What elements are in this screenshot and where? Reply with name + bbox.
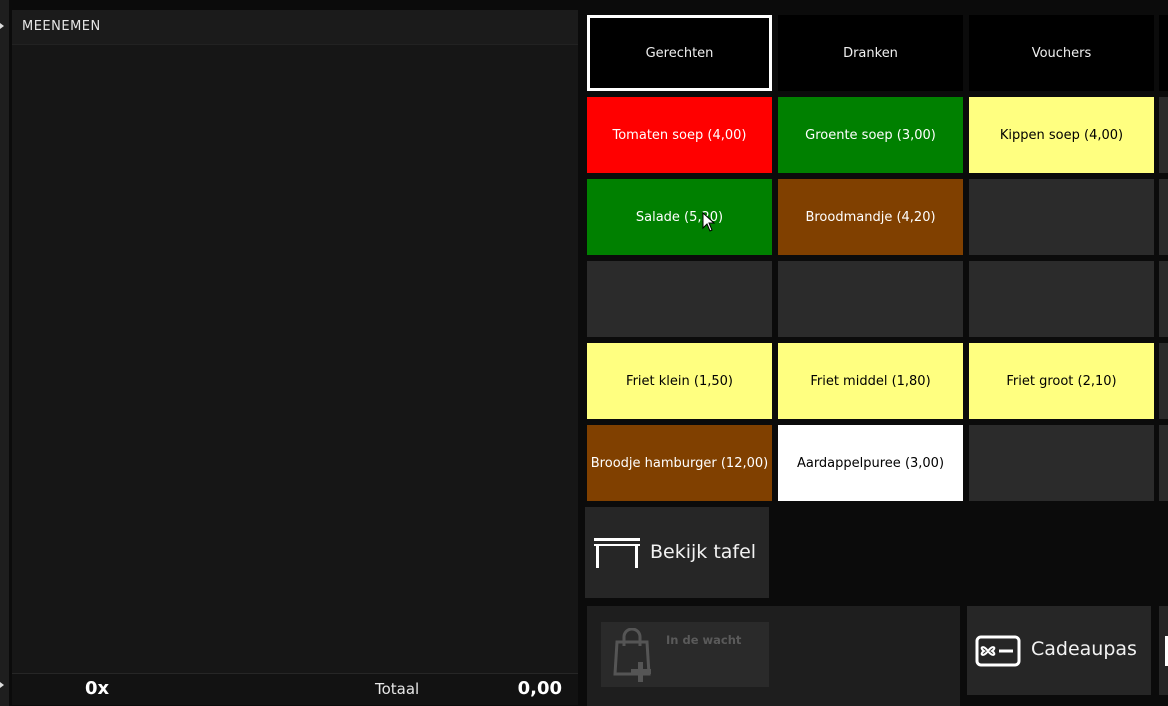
product-tile[interactable]: Salade (5,20) [587, 179, 772, 255]
next-column-tile[interactable] [1159, 179, 1168, 255]
table-icon [594, 538, 640, 568]
expand-arrow-icon[interactable] [0, 23, 4, 29]
next-column-tile[interactable] [1159, 343, 1168, 419]
product-label: Friet middel (1,80) [810, 373, 931, 389]
hold-area: In de wacht [587, 606, 960, 706]
product-label: Kippen soep (4,00) [999, 127, 1124, 143]
product-label: Tomaten soep (4,00) [612, 127, 747, 143]
product-label: Broodmandje (4,20) [805, 209, 936, 225]
product-label: Friet groot (2,10) [1006, 373, 1117, 389]
empty-tile[interactable] [587, 261, 772, 337]
category-tab-label: Dranken [843, 45, 898, 61]
product-tile[interactable]: Tomaten soep (4,00) [587, 97, 772, 173]
order-footer: 0x Totaal 0,00 [12, 673, 578, 705]
product-tile[interactable]: Broodmandje (4,20) [778, 179, 963, 255]
product-label: Aardappelpuree (3,00) [796, 455, 945, 471]
on-hold-button[interactable]: In de wacht [601, 622, 769, 687]
next-action-button[interactable] [1159, 606, 1168, 695]
product-tile[interactable]: Friet klein (1,50) [587, 343, 772, 419]
empty-tile[interactable] [969, 425, 1154, 501]
gift-card-icon [975, 635, 1021, 667]
item-count: 0x [85, 678, 110, 699]
empty-tile[interactable] [969, 261, 1154, 337]
category-tab-label: Gerechten [645, 45, 714, 61]
order-type-title: MEENEMEN [22, 19, 101, 34]
expand-arrow-icon[interactable] [0, 682, 4, 688]
product-tile[interactable]: Kippen soep (4,00) [969, 97, 1154, 173]
shopping-bag-add-icon [613, 628, 651, 682]
product-tile[interactable]: Groente soep (3,00) [778, 97, 963, 173]
product-tile[interactable]: Broodje hamburger (12,00) [587, 425, 772, 501]
mouse-cursor-icon [702, 212, 716, 232]
empty-tile[interactable] [778, 261, 963, 337]
product-label: Friet klein (1,50) [626, 373, 733, 389]
category-tab-dranken[interactable]: Dranken [778, 15, 963, 91]
view-table-label: Bekijk tafel [650, 541, 757, 563]
on-hold-label: In de wacht [666, 633, 742, 647]
order-items-list[interactable] [12, 45, 578, 673]
product-tile[interactable]: Aardappelpuree (3,00) [778, 425, 963, 501]
product-tile[interactable]: Friet middel (1,80) [778, 343, 963, 419]
gift-card-label: Cadeaupas [1031, 638, 1137, 660]
product-label: Groente soep (3,00) [805, 127, 936, 143]
order-header: MEENEMEN [12, 10, 578, 45]
total-label: Totaal [375, 680, 420, 698]
total-value: 0,00 [517, 678, 562, 699]
next-column-tile[interactable] [1159, 97, 1168, 173]
next-column-tile[interactable] [1159, 15, 1168, 91]
product-label: Broodje hamburger (12,00) [590, 455, 769, 471]
gift-card-button[interactable]: Cadeaupas [967, 606, 1151, 695]
next-column-tile[interactable] [1159, 425, 1168, 501]
empty-tile[interactable] [969, 179, 1154, 255]
category-tab-label: Vouchers [1031, 45, 1092, 61]
product-tile[interactable]: Friet groot (2,10) [969, 343, 1154, 419]
category-tab-vouchers[interactable]: Vouchers [969, 15, 1154, 91]
next-column-tile[interactable] [1159, 261, 1168, 337]
view-table-button[interactable]: Bekijk tafel [585, 507, 769, 598]
left-edge-strip [0, 0, 9, 706]
order-panel: MEENEMEN 0x Totaal 0,00 [12, 10, 578, 705]
category-tab-gerechten[interactable]: Gerechten [587, 15, 772, 91]
